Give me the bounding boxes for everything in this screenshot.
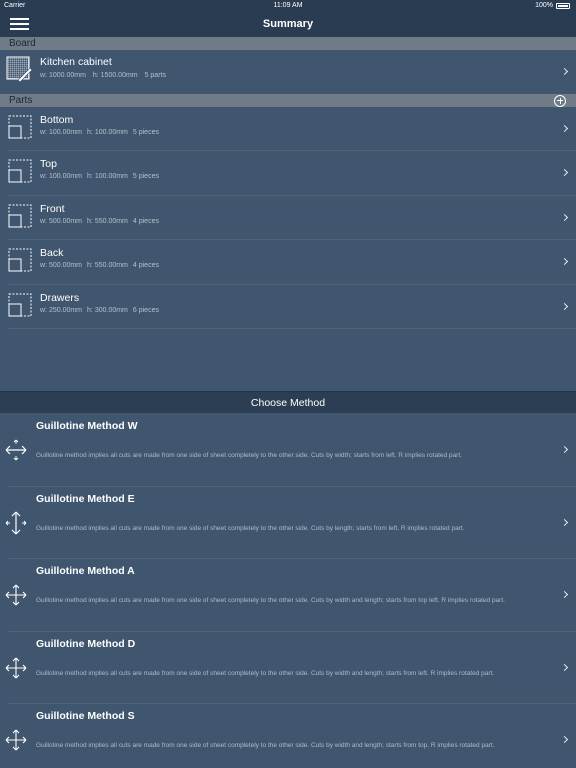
part-height: h: 100.00mm: [87, 129, 128, 136]
chevron-right-icon: [560, 67, 569, 76]
chevron-right-icon: [560, 213, 569, 221]
method-row-s[interactable]: Guillotine Method S Guillotine method imp…: [0, 704, 576, 768]
method-name: Guillotine Method D: [36, 637, 136, 650]
method-description: Guillotine method implies all cuts are m…: [36, 524, 465, 532]
board-height: h: 1500.00mm: [92, 72, 138, 79]
part-row-top[interactable]: Top w: 100.00mm h: 100.00mm 5 pieces: [0, 151, 576, 196]
part-row-drawers[interactable]: Drawers w: 250.00mm h: 300.00mm 6 pieces: [0, 285, 576, 329]
part-outline-icon: [8, 248, 32, 272]
board-row[interactable]: Kitchen cabinet w: 1000.00mm h: 1500.00m…: [0, 50, 576, 94]
part-outline-icon: [8, 293, 32, 317]
choose-method-header: Choose Method: [0, 391, 576, 413]
add-part-button[interactable]: [554, 94, 566, 107]
arrows-all-icon: [5, 657, 27, 678]
part-dimensions: w: 500.00mm h: 550.00mm 4 pieces: [40, 262, 164, 269]
chevron-right-icon: [560, 124, 569, 133]
status-time: 11:09 AM: [273, 2, 303, 9]
board-width: w: 1000.00mm: [40, 72, 86, 79]
part-row-back[interactable]: Back w: 500.00mm h: 550.00mm 4 pieces: [0, 240, 576, 285]
method-row-d[interactable]: Guillotine Method D Guillotine method imp…: [0, 632, 576, 704]
arrows-vertical-icon: [5, 511, 27, 534]
chevron-right-icon: [560, 590, 569, 599]
part-dimensions: w: 250.00mm h: 300.00mm 6 pieces: [40, 307, 164, 314]
method-name: Guillotine Method W: [36, 420, 138, 432]
part-width: w: 500.00mm: [40, 217, 83, 225]
method-row-e[interactable]: Guillotine Method E Guillotine method imp…: [0, 487, 576, 559]
method-name: Guillotine Method S: [36, 710, 135, 722]
part-width: w: 100.00mm: [40, 173, 83, 181]
part-height: h: 550.00mm: [87, 262, 128, 270]
board-name: Kitchen cabinet: [40, 56, 112, 68]
part-name: Bottom: [40, 114, 74, 126]
method-description: Guillotine method implies all cuts are m…: [36, 669, 495, 677]
part-outline-icon: [8, 204, 32, 228]
part-height: h: 300.00mm: [87, 306, 128, 314]
part-row-bottom[interactable]: Bottom w: 100.00mm h: 100.00mm 5 pieces: [0, 107, 576, 152]
board-part-count: 5 parts: [144, 72, 166, 79]
method-description: Guillotine method implies all cuts are m…: [36, 597, 505, 604]
chevron-right-icon: [560, 445, 569, 454]
part-count: 6 pieces: [132, 306, 159, 314]
part-count: 5 pieces: [132, 129, 159, 136]
row-divider: [8, 327, 576, 329]
chevron-right-icon: [560, 735, 569, 744]
board-dimensions: w: 1000.00mm h: 1500.00mm 5 parts: [40, 72, 171, 79]
board-grid-icon: [6, 56, 32, 82]
part-row-front[interactable]: Front w: 500.00mm h: 550.00mm 4 pieces: [0, 196, 576, 241]
arrows-horizontal-icon: [5, 439, 27, 461]
method-name: Guillotine Method E: [36, 492, 135, 505]
part-outline-icon: [8, 115, 32, 139]
part-height: h: 550.00mm: [87, 217, 128, 225]
part-height: h: 100.00mm: [87, 173, 128, 181]
part-count: 5 pieces: [132, 173, 159, 181]
battery-status: 100%: [535, 2, 570, 9]
chevron-right-icon: [560, 518, 569, 526]
parts-section-label: Parts: [9, 95, 33, 106]
chevron-right-icon: [560, 302, 569, 310]
part-name: Top: [40, 158, 57, 171]
part-name: Drawers: [40, 291, 80, 304]
battery-percent: 100%: [535, 2, 553, 9]
status-bar: Carrier 11:09 AM 100%: [0, 0, 576, 12]
arrows-all-icon: [5, 729, 27, 751]
page-title: Summary: [262, 18, 314, 30]
part-width: w: 100.00mm: [40, 129, 83, 136]
battery-icon: [556, 2, 570, 9]
method-row-a[interactable]: Guillotine Method A Guillotine method imp…: [0, 559, 576, 632]
chevron-right-icon: [560, 169, 569, 177]
part-dimensions: w: 100.00mm h: 100.00mm 5 pieces: [40, 173, 164, 180]
chevron-right-icon: [560, 663, 569, 671]
part-outline-icon: [8, 159, 32, 183]
part-name: Front: [40, 202, 65, 215]
part-name: Back: [40, 247, 64, 260]
part-dimensions: w: 500.00mm h: 550.00mm 4 pieces: [40, 218, 164, 225]
method-description: Guillotine method implies all cuts are m…: [36, 742, 495, 749]
navigation-bar: Summary: [0, 12, 576, 37]
part-count: 4 pieces: [132, 217, 159, 225]
part-width: w: 500.00mm: [40, 262, 83, 270]
part-count: 4 pieces: [132, 262, 159, 270]
part-dimensions: w: 100.00mm h: 100.00mm 5 pieces: [40, 129, 164, 136]
method-row-w[interactable]: Guillotine Method W Guillotine method imp…: [0, 414, 576, 487]
part-width: w: 250.00mm: [40, 306, 83, 314]
arrows-all-icon: [5, 584, 27, 606]
parts-section-header: Parts: [0, 94, 576, 107]
method-description: Guillotine method implies all cuts are m…: [36, 452, 462, 459]
chevron-right-icon: [560, 258, 569, 266]
method-name: Guillotine Method A: [36, 565, 135, 577]
board-section-header: Board: [0, 37, 576, 50]
